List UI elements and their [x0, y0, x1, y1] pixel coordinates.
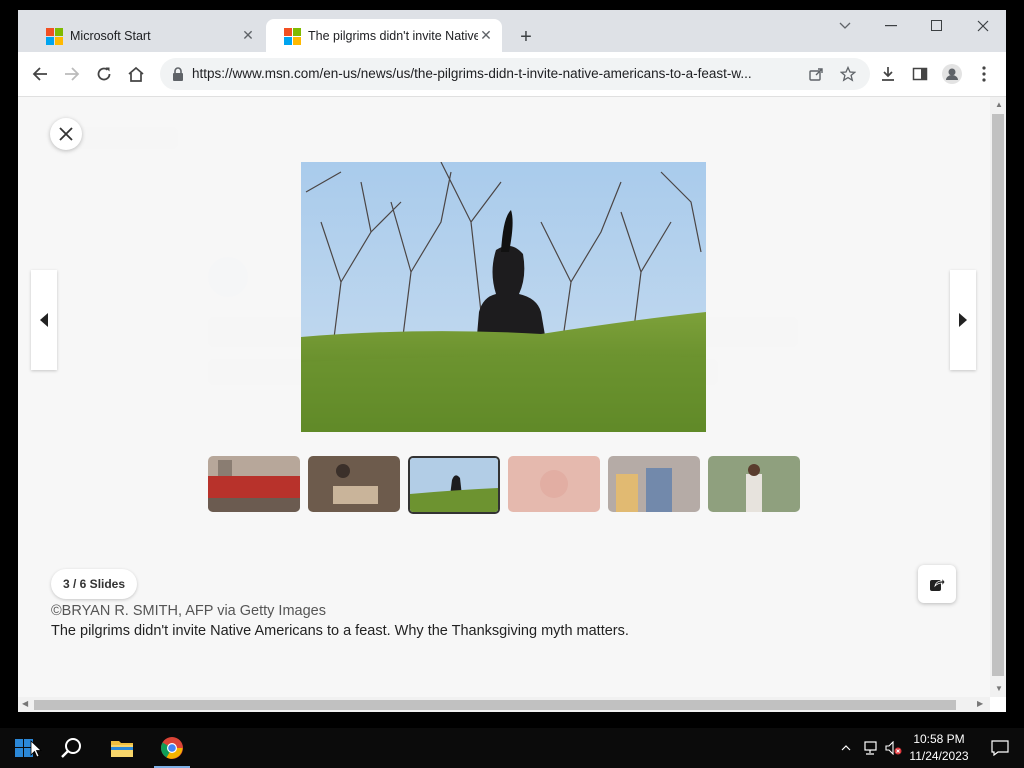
slide-main-image — [301, 162, 706, 432]
search-icon — [61, 738, 81, 758]
new-tab-button[interactable]: + — [514, 25, 538, 49]
microsoft-logo-icon — [46, 27, 63, 45]
close-tab-icon[interactable]: ✕ — [240, 27, 256, 44]
tab-search-chevron-icon[interactable] — [822, 10, 868, 42]
bookmark-star-icon[interactable] — [836, 62, 860, 86]
download-icon[interactable] — [874, 60, 902, 88]
windows-taskbar: 10:58 PM 11/24/2023 — [0, 728, 1024, 768]
file-explorer-button[interactable] — [98, 728, 146, 768]
menu-kebab-icon[interactable] — [970, 60, 998, 88]
share-icon — [930, 576, 945, 591]
chrome-icon — [161, 737, 183, 759]
slide-thumbnail-2[interactable] — [308, 456, 400, 512]
scroll-left-arrow-icon[interactable]: ◀ — [22, 699, 28, 708]
close-tab-icon[interactable]: ✕ — [478, 27, 494, 44]
address-bar[interactable]: https://www.msn.com/en-us/news/us/the-pi… — [160, 58, 870, 90]
volume-muted-icon[interactable] — [882, 728, 906, 768]
tab-microsoft-start[interactable]: Microsoft Start ✕ — [28, 19, 264, 52]
tab-title: The pilgrims didn't invite Native — [308, 28, 478, 43]
previous-slide-button[interactable] — [31, 270, 57, 370]
clock-date: 11/24/2023 — [909, 749, 969, 763]
network-icon[interactable] — [858, 728, 882, 768]
browser-window: Microsoft Start ✕ The pilgrims didn't in… — [18, 10, 1006, 712]
microsoft-logo-icon — [284, 27, 301, 45]
close-window-button[interactable] — [960, 10, 1006, 42]
back-button[interactable] — [26, 60, 54, 88]
system-clock[interactable]: 10:58 PM 11/24/2023 — [906, 731, 972, 765]
show-hidden-icons-chevron-icon[interactable] — [834, 728, 858, 768]
slide-caption: The pilgrims didn't invite Native Americ… — [51, 623, 629, 639]
notification-icon — [991, 740, 1009, 756]
photo-credit: ©BRYAN R. SMITH, AFP via Getty Images — [51, 603, 326, 619]
scroll-up-arrow-icon[interactable]: ▲ — [995, 100, 1003, 109]
slide-thumbnail-6[interactable] — [708, 456, 800, 512]
side-panel-icon[interactable] — [906, 60, 934, 88]
page-content: 3 / 6 Slides ©BRYAN R. SMITH, AFP via Ge… — [18, 97, 990, 697]
tab-pilgrims-article[interactable]: The pilgrims didn't invite Native ✕ — [266, 19, 502, 52]
slide-counter-badge: 3 / 6 Slides — [51, 569, 138, 599]
clock-time: 10:58 PM — [913, 732, 965, 746]
tab-strip: Microsoft Start ✕ The pilgrims didn't in… — [18, 10, 1006, 52]
home-icon[interactable] — [122, 60, 150, 88]
minimize-button[interactable] — [868, 10, 914, 42]
slide-thumbnail-4[interactable] — [508, 456, 600, 512]
share-slide-button[interactable] — [918, 565, 956, 603]
vertical-scroll-thumb[interactable] — [992, 114, 1004, 676]
close-slideshow-button[interactable] — [50, 118, 82, 150]
folder-icon — [111, 741, 133, 757]
scroll-right-arrow-icon[interactable]: ▶ — [977, 699, 983, 708]
maximize-button[interactable] — [914, 10, 960, 42]
notifications-button[interactable] — [976, 728, 1024, 768]
start-button[interactable] — [0, 728, 48, 768]
tab-title: Microsoft Start — [70, 28, 151, 43]
slide-thumbnail-3[interactable] — [408, 456, 500, 514]
mouse-cursor-icon — [30, 740, 42, 758]
forward-button[interactable] — [58, 60, 86, 88]
reload-icon[interactable] — [90, 60, 118, 88]
profile-avatar-icon[interactable] — [938, 60, 966, 88]
lock-icon[interactable] — [170, 66, 186, 82]
browser-toolbar: https://www.msn.com/en-us/news/us/the-pi… — [18, 52, 1006, 97]
slide-thumbnail-1[interactable] — [208, 456, 300, 512]
url-text[interactable]: https://www.msn.com/en-us/news/us/the-pi… — [192, 66, 792, 81]
search-button[interactable] — [48, 728, 96, 768]
chrome-taskbar-button[interactable] — [148, 728, 196, 768]
horizontal-scroll-thumb[interactable] — [34, 700, 956, 710]
slide-thumbnail-5[interactable] — [608, 456, 700, 512]
next-slide-button[interactable] — [950, 270, 976, 370]
share-page-icon[interactable] — [804, 62, 828, 86]
scroll-down-arrow-icon[interactable]: ▼ — [995, 684, 1003, 693]
